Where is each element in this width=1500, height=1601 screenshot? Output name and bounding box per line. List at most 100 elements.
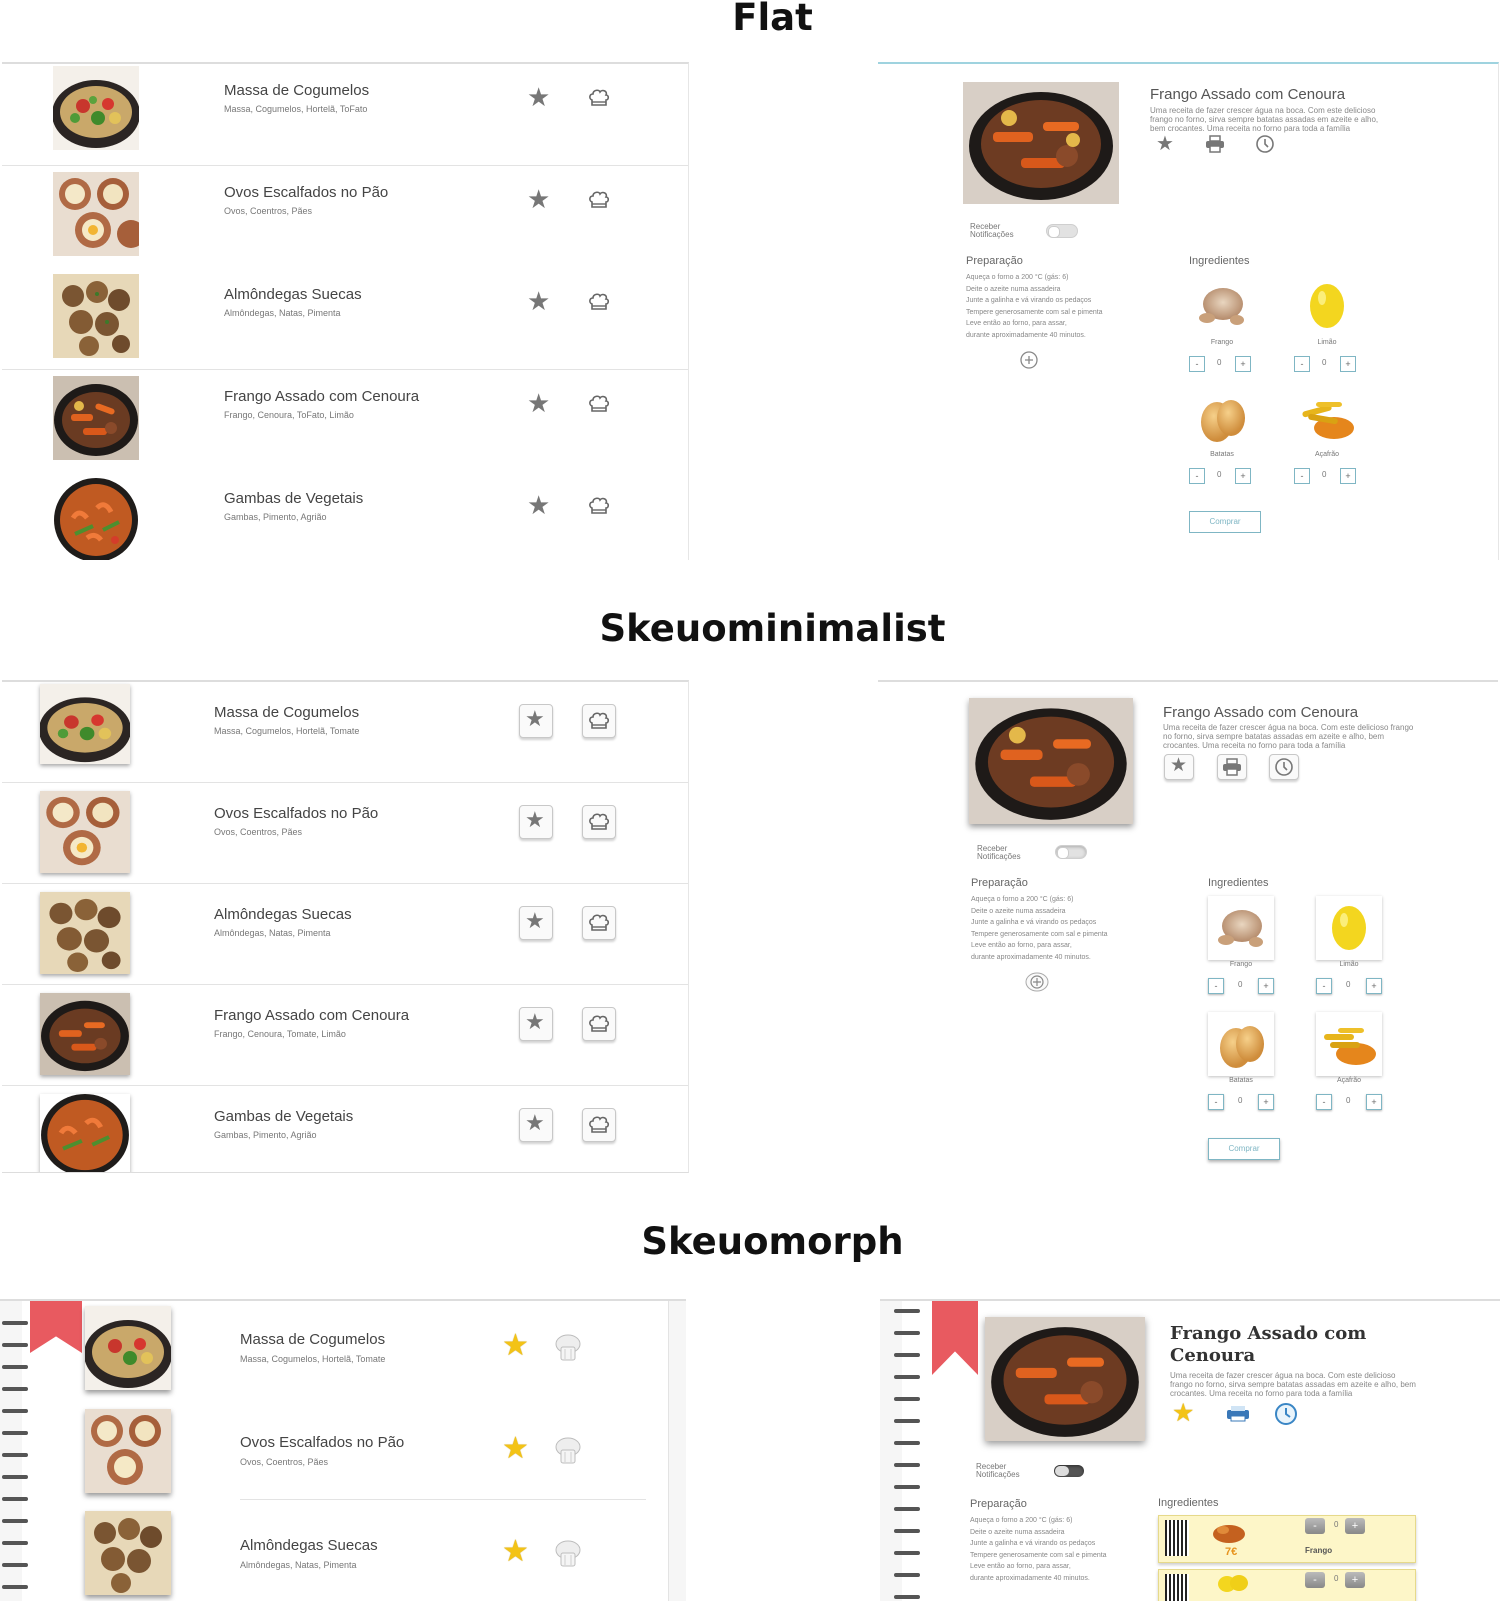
notifications-toggle[interactable] — [1046, 224, 1078, 238]
recipe-ingredients: Almôndegas, Natas, Pimenta — [214, 928, 331, 938]
list-item[interactable]: Frango Assado com Cenoura Frango, Cenour… — [2, 370, 688, 472]
chef-hat-icon[interactable] — [587, 392, 611, 416]
list-item[interactable]: Gambas de Vegetais Gambas, Pimento, Agri… — [2, 472, 688, 560]
favorite-button[interactable]: ★ — [519, 704, 553, 738]
favorite-button[interactable]: ★ — [519, 805, 553, 839]
ingredient-lemon-image[interactable] — [1316, 896, 1382, 960]
notifications-toggle[interactable] — [1054, 1465, 1084, 1477]
print-button[interactable] — [1217, 754, 1247, 780]
buy-button[interactable]: Comprar — [1189, 511, 1261, 533]
favorite-button[interactable]: ★ — [1164, 754, 1194, 780]
favorite-star-icon[interactable]: ★ — [502, 1537, 529, 1567]
list-item[interactable]: Massa de Cogumelos Massa, Cogumelos, Hor… — [2, 64, 688, 166]
favorite-star-icon[interactable]: ★ — [502, 1434, 529, 1464]
flat-recipe-list: Massa de Cogumelos Massa, Cogumelos, Hor… — [2, 62, 689, 560]
decrease-button[interactable]: - — [1208, 978, 1224, 994]
add-step-icon[interactable] — [1025, 971, 1049, 993]
clock-icon[interactable] — [1274, 1402, 1298, 1426]
decrease-button[interactable]: - — [1316, 978, 1332, 994]
pasta-thumbnail — [85, 1306, 171, 1390]
chef-hat-icon[interactable] — [553, 1333, 583, 1363]
decrease-button[interactable]: - — [1294, 356, 1310, 372]
title-line: Cenoura — [1170, 1345, 1256, 1366]
preparation-heading: Preparação — [971, 877, 1028, 889]
chef-hat-icon[interactable] — [553, 1436, 583, 1466]
list-item[interactable]: Almôndegas Suecas Almôndegas, Natas, Pim… — [2, 268, 688, 370]
spiral-ring — [894, 1309, 920, 1313]
decrease-button[interactable]: - — [1189, 468, 1205, 484]
cook-button[interactable] — [582, 906, 616, 940]
list-item[interactable]: Gambas de Vegetais Gambas, Pimento, Agri… — [2, 1086, 688, 1172]
favorite-button[interactable]: ★ — [519, 906, 553, 940]
cook-button[interactable] — [582, 1007, 616, 1041]
decrease-button[interactable]: - — [1305, 1518, 1325, 1534]
ingredient-saffron-image[interactable] — [1316, 1012, 1382, 1076]
chef-hat-icon — [589, 813, 610, 830]
increase-button[interactable]: + — [1340, 468, 1356, 484]
cook-button[interactable] — [582, 805, 616, 839]
chef-hat-icon[interactable] — [587, 290, 611, 314]
recipe-ingredients: Ovos, Coentros, Pães — [214, 827, 303, 837]
favorite-button[interactable]: ★ — [519, 1007, 553, 1041]
decrease-button[interactable]: - — [1208, 1094, 1224, 1110]
decrease-button[interactable]: - — [1305, 1572, 1325, 1588]
star-icon[interactable]: ★ — [527, 84, 550, 110]
ingredient-potatoes-image[interactable] — [1189, 386, 1255, 450]
print-icon[interactable] — [1205, 135, 1225, 153]
buy-button[interactable]: Comprar — [1208, 1138, 1280, 1160]
add-step-icon[interactable] — [1019, 350, 1039, 370]
list-item[interactable]: Frango Assado com Cenoura Frango, Cenour… — [2, 985, 688, 1086]
increase-button[interactable]: + — [1366, 978, 1382, 994]
list-item[interactable]: Massa de Cogumelos Massa, Cogumelos, Hor… — [2, 682, 688, 783]
increase-button[interactable]: + — [1235, 468, 1251, 484]
increase-button[interactable]: + — [1366, 1094, 1382, 1110]
favorite-button[interactable]: ★ — [519, 1108, 553, 1142]
step: Leve então ao forno, para assar, — [966, 320, 1067, 327]
ingredient-potatoes-image[interactable] — [1208, 1012, 1274, 1076]
chef-hat-icon[interactable] — [553, 1539, 583, 1569]
increase-button[interactable]: + — [1340, 356, 1356, 372]
favorite-star-icon[interactable]: ★ — [1172, 1401, 1194, 1426]
ingredient-name: Batatas — [1229, 1077, 1253, 1084]
decrease-button[interactable]: - — [1294, 468, 1310, 484]
star-icon[interactable]: ★ — [527, 390, 550, 416]
star-icon[interactable]: ★ — [527, 186, 550, 212]
increase-button[interactable]: + — [1345, 1518, 1365, 1534]
list-item[interactable]: Almôndegas Suecas Almôndegas, Natas, Pim… — [2, 884, 688, 985]
ingredient-chicken-image[interactable] — [1208, 896, 1274, 960]
spiral-ring — [894, 1353, 920, 1357]
ingredient-card[interactable]: 7€ - 0 + Frango — [1158, 1515, 1416, 1563]
increase-button[interactable]: + — [1345, 1572, 1365, 1588]
decrease-button[interactable]: - — [1189, 356, 1205, 372]
star-icon[interactable]: ★ — [527, 288, 550, 314]
meatballs-thumbnail — [40, 892, 130, 974]
star-icon[interactable]: ★ — [527, 492, 550, 518]
print-icon[interactable] — [1225, 1405, 1251, 1423]
list-item[interactable]: Ovos Escalfados no Pão Ovos, Coentros, P… — [2, 166, 688, 268]
increase-button[interactable]: + — [1258, 1094, 1274, 1110]
favorite-star-icon[interactable]: ★ — [502, 1331, 529, 1361]
cook-button[interactable] — [582, 704, 616, 738]
ingredient-card[interactable]: - 0 + — [1158, 1569, 1416, 1601]
ingredient-chicken-image[interactable] — [1189, 274, 1255, 338]
timer-button[interactable] — [1269, 754, 1299, 780]
recipe-description: Uma receita de fazer crescer água na boc… — [1170, 1371, 1416, 1398]
spiral-ring — [2, 1387, 28, 1391]
list-item[interactable]: Ovos Escalfados no Pão Ovos, Coentros, P… — [2, 783, 688, 884]
ingredient-lemon-image[interactable] — [1294, 274, 1360, 338]
clock-icon[interactable] — [1255, 134, 1275, 154]
chef-hat-icon[interactable] — [587, 86, 611, 110]
decrease-button[interactable]: - — [1316, 1094, 1332, 1110]
preparation-heading: Preparação — [970, 1498, 1027, 1510]
recipe-title: Ovos Escalfados no Pão — [240, 1434, 405, 1451]
spiral-ring — [894, 1551, 920, 1555]
increase-button[interactable]: + — [1235, 356, 1251, 372]
increase-button[interactable]: + — [1258, 978, 1274, 994]
notifications-toggle[interactable] — [1055, 845, 1087, 859]
chef-hat-icon[interactable] — [587, 188, 611, 212]
ingredient-name: Açafrão — [1336, 1077, 1362, 1084]
ingredient-saffron-image[interactable] — [1294, 386, 1360, 450]
cook-button[interactable] — [582, 1108, 616, 1142]
chef-hat-icon[interactable] — [587, 494, 611, 518]
favorite-star-icon[interactable]: ★ — [1156, 134, 1174, 154]
